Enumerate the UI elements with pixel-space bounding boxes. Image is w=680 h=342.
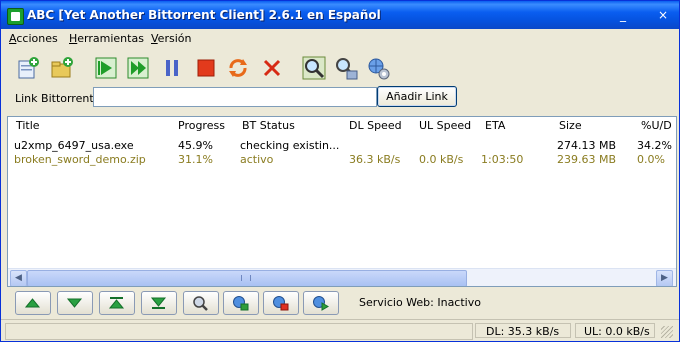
row-progress: 31.1%: [178, 153, 213, 166]
network-stop-button[interactable]: [263, 291, 299, 315]
pause-icon[interactable]: [159, 55, 185, 81]
grip-icon: [241, 275, 251, 281]
column-eta[interactable]: ETA: [485, 117, 505, 135]
column-dl-speed[interactable]: DL Speed: [349, 117, 402, 135]
column-ul-speed[interactable]: UL Speed: [419, 117, 471, 135]
network-start-icon: [313, 296, 329, 311]
resume-all-icon[interactable]: [125, 55, 151, 81]
move-up-icon: [24, 298, 41, 308]
search-icon[interactable]: [301, 55, 327, 81]
scroll-left-icon[interactable]: ◀: [10, 270, 27, 286]
network-start-button[interactable]: [303, 291, 339, 315]
move-bottom-icon: [150, 297, 167, 309]
column-ud[interactable]: %U/D: [641, 117, 672, 135]
resize-grip-icon[interactable]: [661, 326, 673, 338]
row-dl-speed: 36.3 kB/s: [349, 153, 401, 166]
menu-herramientas[interactable]: Herramientas: [69, 32, 144, 45]
torrent-info-icon: [193, 296, 208, 311]
web-settings-icon[interactable]: [365, 55, 391, 81]
menu-bar: Acciones Herramientas Versión: [1, 29, 679, 48]
column-progress[interactable]: Progress: [178, 117, 225, 135]
add-torrent-file-icon[interactable]: [15, 55, 41, 81]
web-search-icon[interactable]: [333, 55, 359, 81]
resume-icon[interactable]: [93, 55, 119, 81]
stop-icon[interactable]: [193, 55, 219, 81]
close-button[interactable]: ×: [653, 6, 673, 24]
horizontal-scrollbar[interactable]: ◀ ▶: [8, 268, 676, 286]
torrent-info-button[interactable]: [183, 291, 219, 315]
link-input[interactable]: [93, 87, 377, 107]
move-top-button[interactable]: [99, 291, 135, 315]
move-up-button[interactable]: [15, 291, 51, 315]
row-ul-speed: 0.0 kB/s: [419, 153, 464, 166]
scroll-right-icon[interactable]: ▶: [656, 270, 673, 286]
status-download-speed: DL: 35.3 kB/s: [475, 323, 571, 338]
move-down-button[interactable]: [57, 291, 93, 315]
refresh-icon[interactable]: [225, 55, 251, 81]
add-torrent-folder-icon[interactable]: [49, 55, 75, 81]
row-progress: 45.9%: [178, 139, 213, 152]
move-down-icon: [66, 298, 83, 308]
row-ud: 34.2%: [637, 139, 672, 152]
row-size: 274.13 MB: [557, 139, 617, 152]
minimize-button[interactable]: _: [613, 6, 633, 24]
network-stop-icon: [273, 296, 289, 311]
menu-version[interactable]: Versión: [151, 32, 191, 45]
title-bar[interactable]: ABC [Yet Another Bittorrent Client] 2.6.…: [1, 1, 679, 29]
bottom-toolbar: Servicio Web: Inactivo: [1, 289, 679, 317]
row-ud: 0.0%: [637, 153, 665, 166]
row-title: u2xmp_6497_usa.exe: [14, 139, 134, 152]
link-label: Link Bittorrent: [15, 92, 94, 105]
menu-acciones[interactable]: Acciones: [9, 32, 58, 45]
scrollbar-thumb[interactable]: [27, 270, 467, 286]
app-icon: [7, 8, 24, 25]
move-bottom-button[interactable]: [141, 291, 177, 315]
network-icon: [233, 296, 249, 311]
column-size[interactable]: Size: [559, 117, 582, 135]
torrent-list[interactable]: Title Progress BT Status DL Speed UL Spe…: [7, 116, 677, 287]
table-row[interactable]: broken_sword_demo.zip 31.1% activo 36.3 …: [8, 153, 676, 167]
row-status: checking existin...: [240, 139, 340, 152]
table-row[interactable]: u2xmp_6497_usa.exe 45.9% checking existi…: [8, 139, 676, 153]
move-top-icon: [108, 297, 125, 309]
toolbar: [1, 49, 679, 85]
status-bar: DL: 35.3 kB/s UL: 0.0 kB/s: [1, 319, 679, 341]
row-title: broken_sword_demo.zip: [14, 153, 146, 166]
column-bt-status[interactable]: BT Status: [242, 117, 295, 135]
remove-icon[interactable]: [259, 55, 285, 81]
app-window: ABC [Yet Another Bittorrent Client] 2.6.…: [0, 0, 680, 342]
row-size: 239.63 MB: [557, 153, 617, 166]
row-status: activo: [240, 153, 274, 166]
web-service-status: Servicio Web: Inactivo: [359, 296, 481, 309]
window-title: ABC [Yet Another Bittorrent Client] 2.6.…: [27, 8, 381, 22]
column-title[interactable]: Title: [16, 117, 40, 135]
row-eta: 1:03:50: [481, 153, 524, 166]
link-row: Link Bittorrent Añadir Link: [1, 85, 679, 113]
status-upload-speed: UL: 0.0 kB/s: [575, 323, 655, 338]
status-panel: [5, 323, 473, 340]
add-link-button[interactable]: Añadir Link: [377, 86, 457, 107]
network-button[interactable]: [223, 291, 259, 315]
